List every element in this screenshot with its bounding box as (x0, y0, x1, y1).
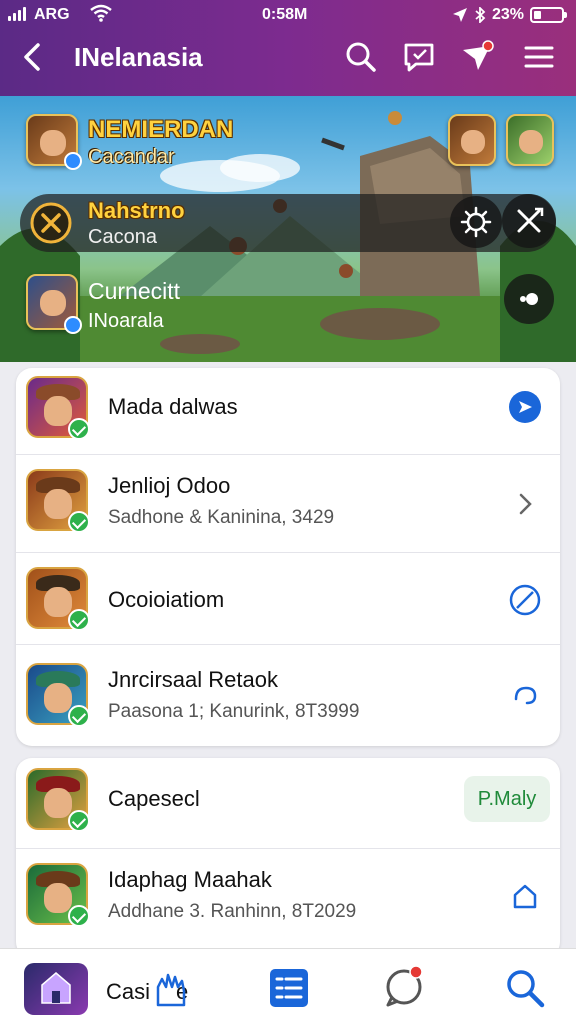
refresh-loop-icon[interactable] (508, 679, 542, 713)
status-time: 0:58M (262, 6, 308, 23)
close-circle-icon[interactable] (28, 200, 74, 246)
avatar (26, 469, 90, 533)
banner-subtitle: Cacandar (88, 146, 175, 168)
list-item[interactable]: Jenlioj Odoo Sadhone & Kaninina, 3429 (16, 454, 560, 552)
carrier-label: ARG (34, 6, 70, 23)
item-subtitle: Paasona 1; Kanurink, 8T3999 (108, 701, 360, 722)
verified-check-icon (68, 705, 90, 727)
send-badge-icon[interactable] (508, 390, 542, 424)
more-circle-button[interactable] (504, 274, 554, 324)
bluetooth-icon (475, 7, 486, 23)
avatar (26, 768, 90, 832)
verified-check-icon (68, 810, 90, 832)
battery-percent: 23% (491, 6, 524, 23)
item-name: Jnrcirsaal Retaok (108, 667, 278, 692)
send-notification-icon[interactable] (460, 40, 494, 74)
toggle-dot-icon (520, 293, 538, 305)
chat-notification-icon[interactable] (382, 963, 428, 1009)
contacts-card-2: Capesecl P.Maly Idaphag Maahak Addhane 3… (16, 758, 560, 958)
location-arrow-icon (452, 8, 467, 22)
bottom-navigation: Casi e (0, 948, 576, 1024)
avatar (26, 863, 90, 927)
status-pill-button[interactable]: P.Maly (464, 776, 550, 822)
list-item[interactable]: Jnrcirsaal Retaok Paasona 1; Kanurink, 8… (16, 644, 560, 746)
leaf-edit-icon[interactable] (508, 583, 542, 617)
app-header: ARG 0:58M 23% INelanasia (0, 0, 576, 96)
item-name: Jenlioj Odoo (108, 473, 231, 498)
verified-check-icon (68, 418, 90, 440)
verified-check-icon (68, 905, 90, 927)
crossed-tools-icon (517, 207, 544, 233)
hand-raise-icon[interactable] (148, 965, 194, 1011)
game-banner: NEMIERDAN Cacandar Nahstrno Cacona Curne… (0, 96, 576, 362)
item-subtitle: Sadhone & Kaninina, 3429 (108, 507, 335, 528)
status-bar: ARG 0:58M 23% (0, 2, 576, 26)
team-avatar-2[interactable] (506, 114, 554, 166)
gear-icon (460, 206, 492, 238)
hero-portrait-avatar[interactable] (26, 114, 82, 170)
menu-icon[interactable] (522, 40, 556, 74)
banner-row2-subtitle: Cacona (88, 226, 157, 248)
back-chevron-icon[interactable] (18, 40, 48, 74)
banner-row3-subtitle: INoarala (88, 310, 164, 332)
list-grid-icon[interactable] (266, 965, 312, 1011)
avatar (26, 663, 90, 727)
item-name: Idaphag Maahak (108, 867, 272, 892)
banner-row2-title: Nahstrno (88, 198, 185, 223)
search-icon[interactable] (344, 40, 378, 74)
list-item[interactable]: Idaphag Maahak Addhane 3. Ranhinn, 8T202… (16, 848, 560, 958)
banner-row3-title: Curnecitt (88, 278, 181, 304)
item-name: Ocoioiatiom (108, 587, 225, 612)
verified-check-icon (68, 511, 90, 533)
home-outline-icon[interactable] (508, 879, 542, 913)
tools-circle-button[interactable] (502, 194, 556, 248)
battery-icon (530, 7, 567, 23)
team-avatar-1[interactable] (448, 114, 496, 166)
settings-circle-button[interactable] (450, 196, 502, 248)
page-title: INelanasia (74, 42, 203, 72)
avatar (26, 567, 90, 631)
chat-bubble-icon[interactable] (402, 40, 436, 74)
chevron-right-icon[interactable] (508, 487, 542, 521)
search-tab-icon[interactable] (502, 965, 548, 1011)
player-portrait-avatar[interactable] (26, 274, 82, 334)
verified-check-icon (68, 609, 90, 631)
castle-icon (41, 972, 71, 1004)
home-castle-tab[interactable] (24, 963, 88, 1015)
contacts-card-1: Mada dalwas Jenlioj Odoo Sadhone & Kanin… (16, 368, 560, 746)
list-item[interactable]: Ocoioiatiom (16, 552, 560, 644)
item-name: Mada dalwas (108, 394, 238, 419)
banner-title: NEMIERDAN (88, 116, 234, 143)
avatar (26, 376, 90, 440)
wifi-icon (90, 4, 112, 22)
item-subtitle: Addhane 3. Ranhinn, 8T2029 (108, 901, 357, 922)
signal-icon (8, 7, 26, 21)
list-item[interactable]: Mada dalwas (16, 368, 560, 454)
item-name: Capesecl (108, 786, 200, 811)
list-item[interactable]: Capesecl P.Maly (16, 758, 560, 848)
